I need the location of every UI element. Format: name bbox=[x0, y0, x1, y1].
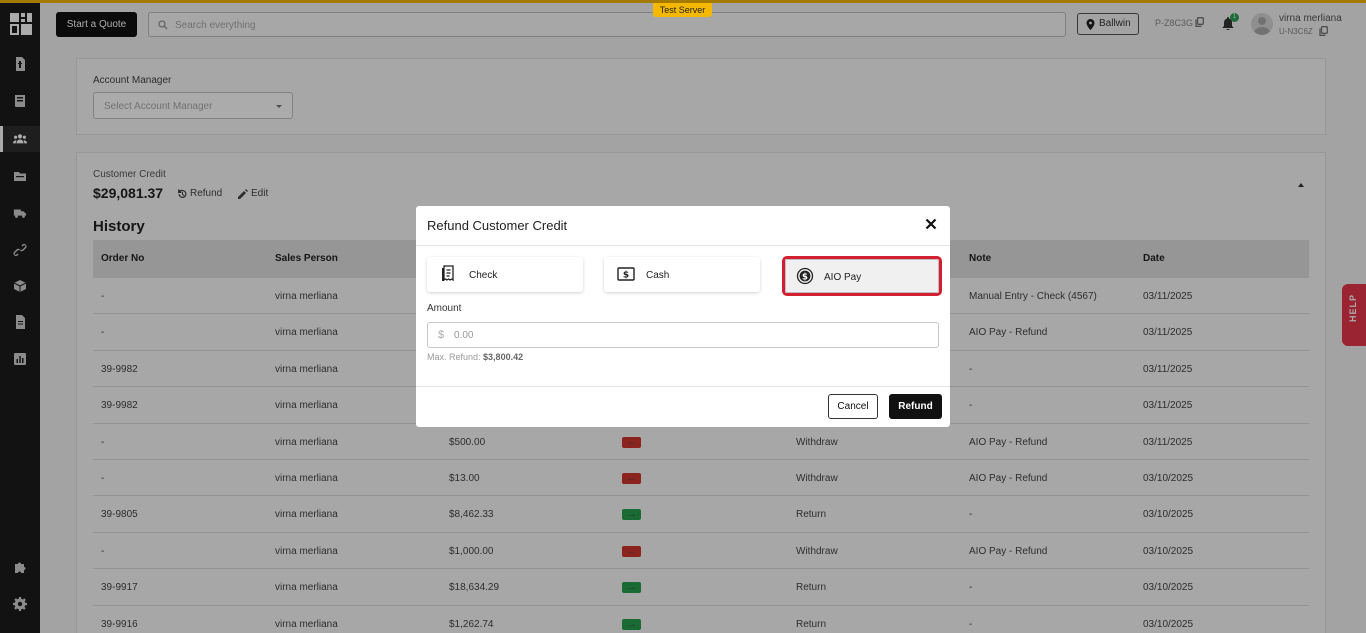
close-icon[interactable] bbox=[924, 217, 938, 231]
modal-divider bbox=[416, 386, 950, 387]
receipt-icon bbox=[442, 265, 454, 282]
max-refund-value: $3,800.42 bbox=[483, 352, 524, 362]
currency-symbol: $ bbox=[438, 329, 445, 341]
cash-option[interactable]: $ Cash bbox=[604, 257, 760, 292]
refund-modal: Refund Customer Credit Check $ Cash $ AI… bbox=[416, 206, 950, 427]
max-refund-label: Max. Refund: bbox=[427, 352, 481, 362]
selected-highlight bbox=[782, 256, 942, 296]
modal-title: Refund Customer Credit bbox=[427, 218, 568, 233]
max-refund: Max. Refund: $3,800.42 bbox=[427, 352, 523, 362]
cash-icon: $ bbox=[617, 267, 635, 281]
check-option[interactable]: Check bbox=[427, 257, 583, 292]
modal-divider bbox=[416, 245, 950, 246]
check-option-label: Check bbox=[469, 270, 498, 281]
refund-button[interactable]: Refund bbox=[889, 394, 942, 419]
amount-input[interactable] bbox=[454, 328, 924, 343]
amount-field[interactable]: $ bbox=[427, 322, 939, 348]
test-server-badge: Test Server bbox=[653, 3, 712, 17]
cancel-button[interactable]: Cancel bbox=[828, 394, 878, 419]
amount-label: Amount bbox=[427, 303, 462, 314]
svg-text:$: $ bbox=[623, 271, 629, 281]
cash-option-label: Cash bbox=[646, 270, 670, 281]
